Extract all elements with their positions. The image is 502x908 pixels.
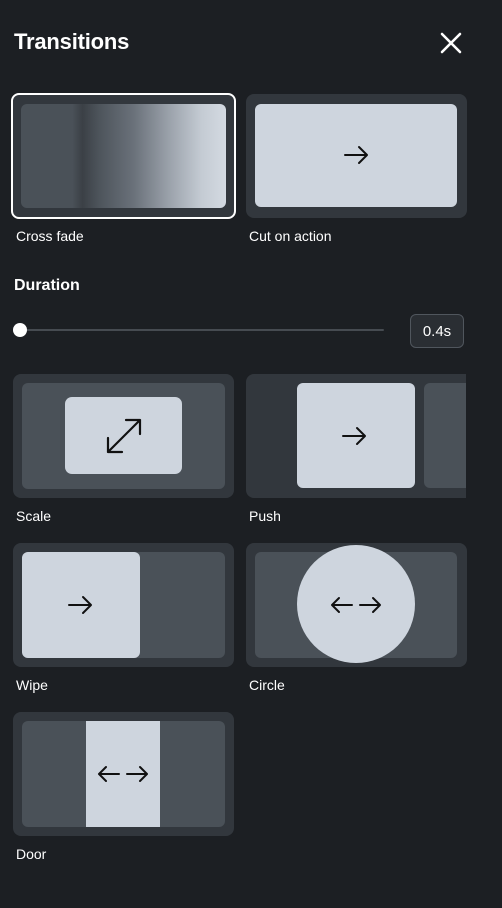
transition-label-door: Door xyxy=(16,846,47,862)
transition-label-circle: Circle xyxy=(249,677,285,693)
transition-card-scale[interactable] xyxy=(13,374,234,498)
arrow-right-icon xyxy=(68,596,92,614)
transition-label-scale: Scale xyxy=(16,508,52,524)
double-arrow-icon xyxy=(331,597,381,613)
duration-value[interactable]: 0.4s xyxy=(410,314,464,348)
arrow-right-icon xyxy=(344,146,368,164)
transition-card-door[interactable] xyxy=(13,712,234,836)
transition-label-push: Push xyxy=(249,508,281,524)
transition-label-wipe: Wipe xyxy=(16,677,48,693)
transition-card-circle[interactable] xyxy=(246,543,467,667)
close-icon xyxy=(440,32,462,54)
transition-card-push[interactable] xyxy=(246,374,466,498)
cross-fade-preview xyxy=(21,104,226,208)
double-arrow-icon xyxy=(98,766,148,782)
duration-slider-thumb[interactable] xyxy=(13,323,27,337)
transition-card-wipe[interactable] xyxy=(13,543,234,667)
transition-label-cross-fade: Cross fade xyxy=(16,228,84,244)
expand-diagonal-icon xyxy=(106,418,142,454)
duration-heading: Duration xyxy=(14,277,80,294)
transition-card-cut-on-action[interactable] xyxy=(246,94,467,218)
duration-slider-track[interactable] xyxy=(20,329,384,331)
close-button[interactable] xyxy=(437,29,465,57)
transition-label-cut-on-action: Cut on action xyxy=(249,228,332,244)
transition-card-cross-fade[interactable] xyxy=(11,93,236,219)
page-title: Transitions xyxy=(14,29,130,54)
arrow-right-icon xyxy=(342,427,366,445)
